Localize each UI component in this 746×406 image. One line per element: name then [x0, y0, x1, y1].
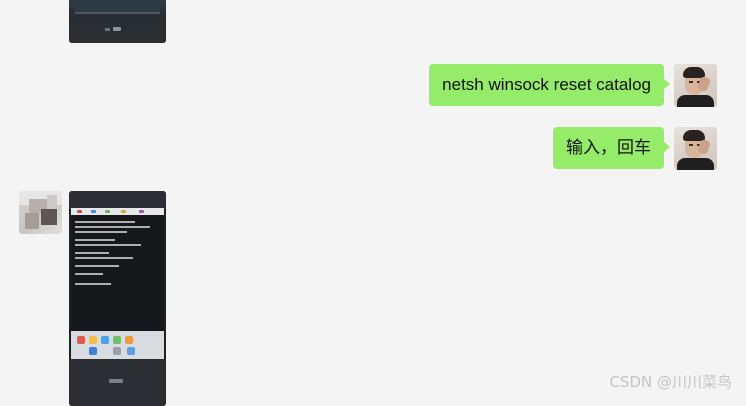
message-bubble-outgoing[interactable]: netsh winsock reset catalog	[429, 64, 670, 106]
avatar-other-blurred[interactable]	[19, 191, 62, 234]
message-text: netsh winsock reset catalog	[442, 75, 651, 94]
image-message-laptop-cmd[interactable]	[69, 191, 166, 406]
avatar-self[interactable]	[674, 64, 717, 107]
message-bubble-outgoing[interactable]: 输入，回车	[553, 127, 670, 169]
avatar-self[interactable]	[674, 127, 717, 170]
bubble-tail	[663, 141, 670, 153]
message-row-outgoing: netsh winsock reset catalog	[429, 64, 717, 107]
image-message-laptop-partial[interactable]	[69, 0, 166, 43]
csdn-watermark: CSDN @川川菜鸟	[609, 373, 732, 391]
message-text: 输入，回车	[566, 138, 651, 157]
chat-area: netsh winsock reset catalog 输入，回车 CSDN @…	[0, 0, 746, 406]
bubble-tail	[663, 78, 670, 90]
message-row-outgoing: 输入，回车	[553, 127, 717, 170]
